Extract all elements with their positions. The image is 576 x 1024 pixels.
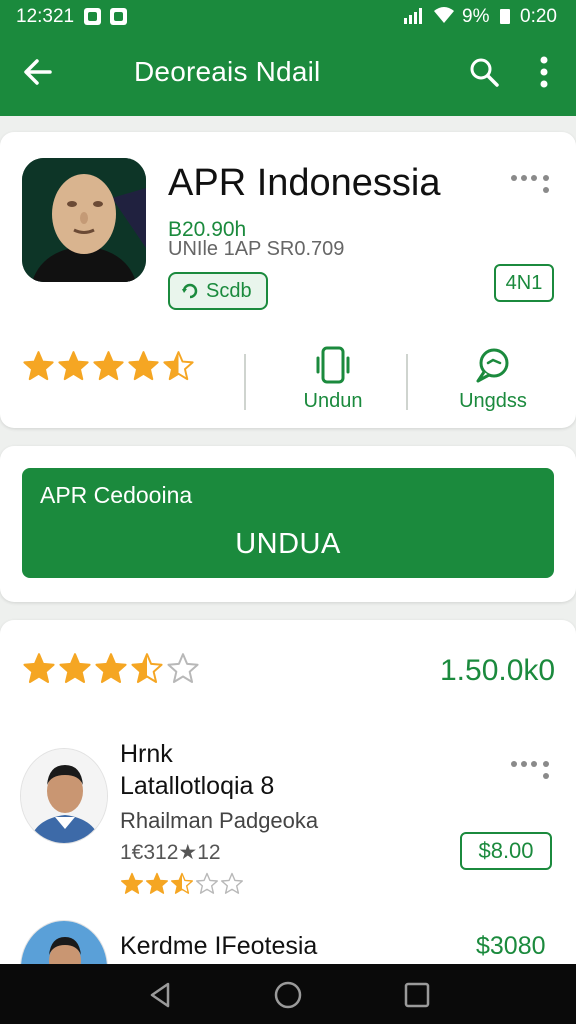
age-rating-label: 4N1 [505, 271, 543, 294]
wifi-icon [434, 7, 454, 23]
price-label: $8.00 [478, 838, 534, 863]
chat-bubble-icon [476, 348, 509, 383]
app-meta: UNIle 1AP SR0.709 [168, 238, 345, 260]
reviewer-name: Rhailman Padgeoka [120, 808, 319, 833]
signal-icon [404, 8, 422, 24]
app-icon[interactable] [22, 158, 146, 282]
nav-home-icon[interactable] [273, 980, 303, 1010]
avatar[interactable] [20, 748, 108, 844]
app-icon-image [22, 158, 146, 282]
nav-back-icon[interactable] [146, 980, 176, 1010]
star-icon [146, 872, 168, 894]
age-rating-badge: 4N1 [494, 264, 554, 302]
star-icon [59, 653, 91, 684]
page-title: Deoreais Ndail [134, 56, 321, 87]
star-icon [23, 653, 55, 684]
price-label: $3080 [476, 932, 546, 960]
download-label: UNDUA [235, 528, 341, 560]
action-label: Ungdss [459, 390, 527, 412]
more-vert-icon[interactable] [530, 54, 558, 90]
star-icon [58, 351, 89, 381]
review-title: Hrnk [120, 740, 173, 768]
status-bar: 12:321 9% 0:20 [0, 0, 576, 34]
category-chip[interactable]: Scdb [168, 272, 268, 310]
battery-icon [500, 9, 510, 24]
back-arrow-icon[interactable] [20, 54, 56, 90]
divider [244, 354, 246, 410]
star-icon [221, 872, 243, 894]
action-label: Undun [303, 390, 363, 412]
star-icon [131, 653, 163, 684]
star-icon [171, 872, 193, 894]
star-icon [167, 653, 199, 684]
chip-label: Scdb [206, 279, 252, 302]
star-icon [23, 351, 54, 381]
nav-recents-icon[interactable] [402, 980, 432, 1010]
star-icon [196, 872, 218, 894]
download-subtitle: APR Cedooina [40, 482, 193, 508]
more-horiz-icon[interactable] [510, 172, 554, 196]
overall-rating-stars [22, 652, 200, 686]
download-card: APR Cedooina UNDUA [0, 446, 576, 602]
reviews-card: 1.50.0k0 Hrnk Latallotloqia 8 Rhailman P… [0, 620, 576, 1020]
star-icon [128, 351, 159, 381]
review-rating-stars [120, 872, 244, 896]
camera-notification-icon [110, 8, 127, 25]
status-time: 12:321 [16, 6, 75, 27]
price-badge[interactable]: $8.00 [460, 832, 552, 870]
phone-icon [316, 346, 350, 384]
star-icon [95, 653, 127, 684]
divider [406, 354, 408, 410]
star-icon [121, 872, 143, 894]
navigation-bar [0, 964, 576, 1024]
avatar-image [21, 749, 107, 843]
notification-icon [84, 8, 101, 25]
action-undun[interactable]: Undun [294, 346, 372, 413]
rating-count: 1.50.0k0 [440, 654, 556, 687]
refresh-icon [182, 283, 198, 299]
app-rating-stars [22, 350, 195, 383]
action-ungdss[interactable]: Ungdss [450, 346, 536, 413]
search-icon[interactable] [466, 54, 502, 90]
top-bar: 12:321 9% 0:20 Deoreais Ndail [0, 0, 576, 116]
more-horiz-icon[interactable] [510, 758, 554, 782]
review-date: 1€312★12 [120, 841, 221, 864]
battery-percent: 9% [462, 6, 490, 27]
star-icon [163, 351, 194, 381]
app-bar: Deoreais Ndail [0, 34, 576, 116]
download-button[interactable]: APR Cedooina UNDUA [22, 468, 554, 578]
app-info-card: APR Indonessia B20.90h UNIle 1AP SR0.709… [0, 132, 576, 428]
app-name: APR Indonessia [168, 162, 441, 204]
status-clock: 0:20 [520, 6, 557, 27]
star-icon [93, 351, 124, 381]
review-title: Kerdme IFeotesia [120, 932, 318, 960]
review-subtitle: Latallotloqia 8 [120, 772, 275, 800]
